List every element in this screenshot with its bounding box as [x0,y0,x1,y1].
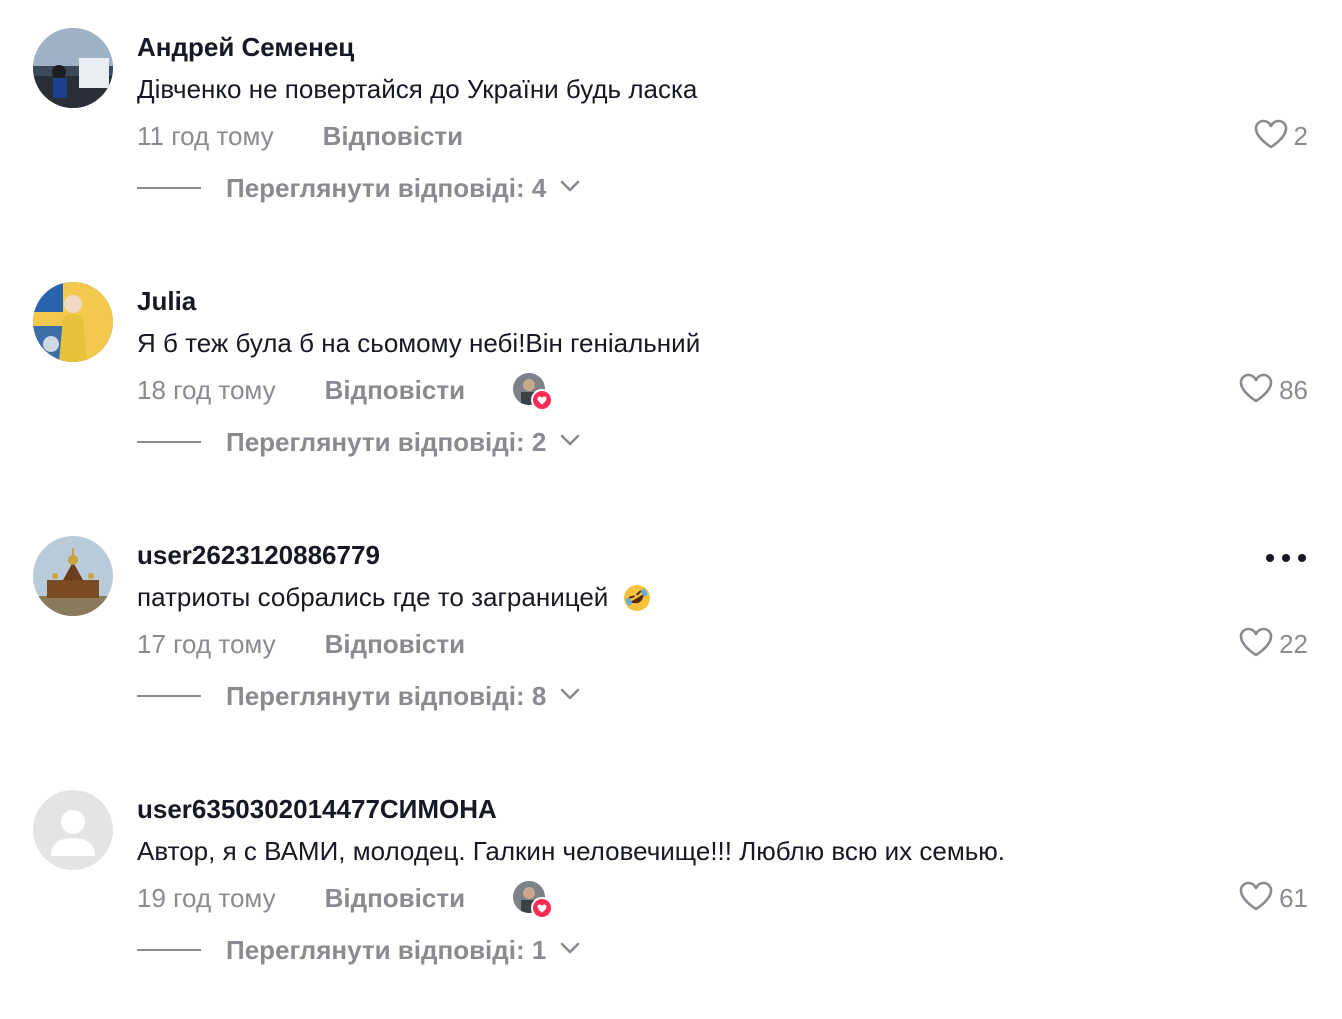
more-options-icon[interactable] [1266,548,1306,568]
avatar[interactable] [33,790,113,870]
view-replies-label: Переглянути відповіді: 2 [226,426,547,457]
view-replies-button[interactable]: Переглянути відповіді: 4 [137,170,580,206]
comment-text: Автор, я с ВАМИ, молодец. Галкин человеч… [137,836,1005,867]
view-replies-button[interactable]: Переглянути відповіді: 1 [137,932,580,968]
like-count: 61 [1279,882,1308,913]
divider-line [137,187,201,189]
view-replies-label: Переглянути відповіді: 1 [226,934,547,965]
comment-item: user2623120886779 патриоты собрались где… [0,508,1342,762]
more-dot [1298,554,1306,562]
divider-line [137,949,201,951]
comment-text-content: Я б теж була б на сьомому небі!Він геніа… [137,328,701,358]
comment-username[interactable]: Julia [137,286,196,317]
avatar[interactable] [33,28,113,108]
avatar[interactable] [33,536,113,616]
comment-username[interactable]: Андрей Семенец [137,32,354,63]
liked-by-author-badge [513,881,554,919]
comment-username[interactable]: user6350302014477СИМОНА [137,794,497,825]
avatar[interactable] [33,282,113,362]
divider-line [137,441,201,443]
like-count: 22 [1279,628,1308,659]
comment-text-content: Автор, я с ВАМИ, молодец. Галкин человеч… [137,836,1006,866]
comment-meta: 18 год тому Відповісти [137,372,554,411]
comment-text: патриоты собрались где то заграницей [137,582,652,613]
like-button[interactable]: 86 [1239,372,1308,408]
comment-text-content: патриоты собрались где то заграницей [137,582,609,612]
like-button[interactable]: 22 [1239,626,1308,662]
reply-button[interactable]: Відповісти [325,375,465,406]
like-button[interactable]: 61 [1239,880,1308,916]
more-dot [1282,554,1290,562]
comment-text: Я б теж була б на сьомому небі!Він геніа… [137,328,700,359]
comment-meta: 11 год тому Відповісти [137,118,463,154]
view-replies-button[interactable]: Переглянути відповіді: 2 [137,424,580,460]
heart-outline-icon [1239,881,1273,916]
heart-badge-icon [531,389,554,411]
like-count: 86 [1279,374,1308,405]
chevron-down-icon [560,687,580,705]
chevron-down-icon [560,433,580,451]
reply-button[interactable]: Відповісти [323,121,463,152]
comment-item: Julia Я б теж була б на сьомому небі!Він… [0,254,1342,508]
view-replies-label: Переглянути відповіді: 4 [226,172,547,203]
reply-button[interactable]: Відповісти [325,883,465,914]
heart-outline-icon [1239,373,1273,408]
divider-line [137,695,201,697]
comment-timestamp: 18 год тому [137,374,276,405]
liked-by-author-badge [513,373,554,411]
comment-timestamp: 19 год тому [137,882,276,913]
comment-timestamp: 11 год тому [137,120,274,151]
view-replies-label: Переглянути відповіді: 8 [226,680,547,711]
comment-item: Андрей Семенец Дівченко не повертайся до… [0,0,1342,254]
like-button[interactable]: 2 [1254,118,1308,154]
comment-text: Дівченко не повертайся до України будь л… [137,74,697,105]
heart-badge-icon [531,897,554,919]
like-count: 2 [1293,120,1308,151]
comment-text-content: Дівченко не повертайся до України будь л… [137,74,698,104]
comment-item: user6350302014477СИМОНА Автор, я с ВАМИ,… [0,762,1342,1016]
view-replies-button[interactable]: Переглянути відповіді: 8 [137,678,580,714]
heart-outline-icon [1254,119,1288,154]
comment-meta: 19 год тому Відповісти [137,880,554,919]
heart-outline-icon [1239,627,1273,662]
reply-button[interactable]: Відповісти [325,629,465,660]
chevron-down-icon [560,941,580,959]
more-dot [1266,554,1274,562]
comment-username[interactable]: user2623120886779 [137,540,380,571]
chevron-down-icon [560,179,580,197]
comment-meta: 17 год тому Відповісти [137,626,465,662]
comment-timestamp: 17 год тому [137,628,276,659]
rolling-on-floor-laughing-emoji-icon [622,583,652,613]
